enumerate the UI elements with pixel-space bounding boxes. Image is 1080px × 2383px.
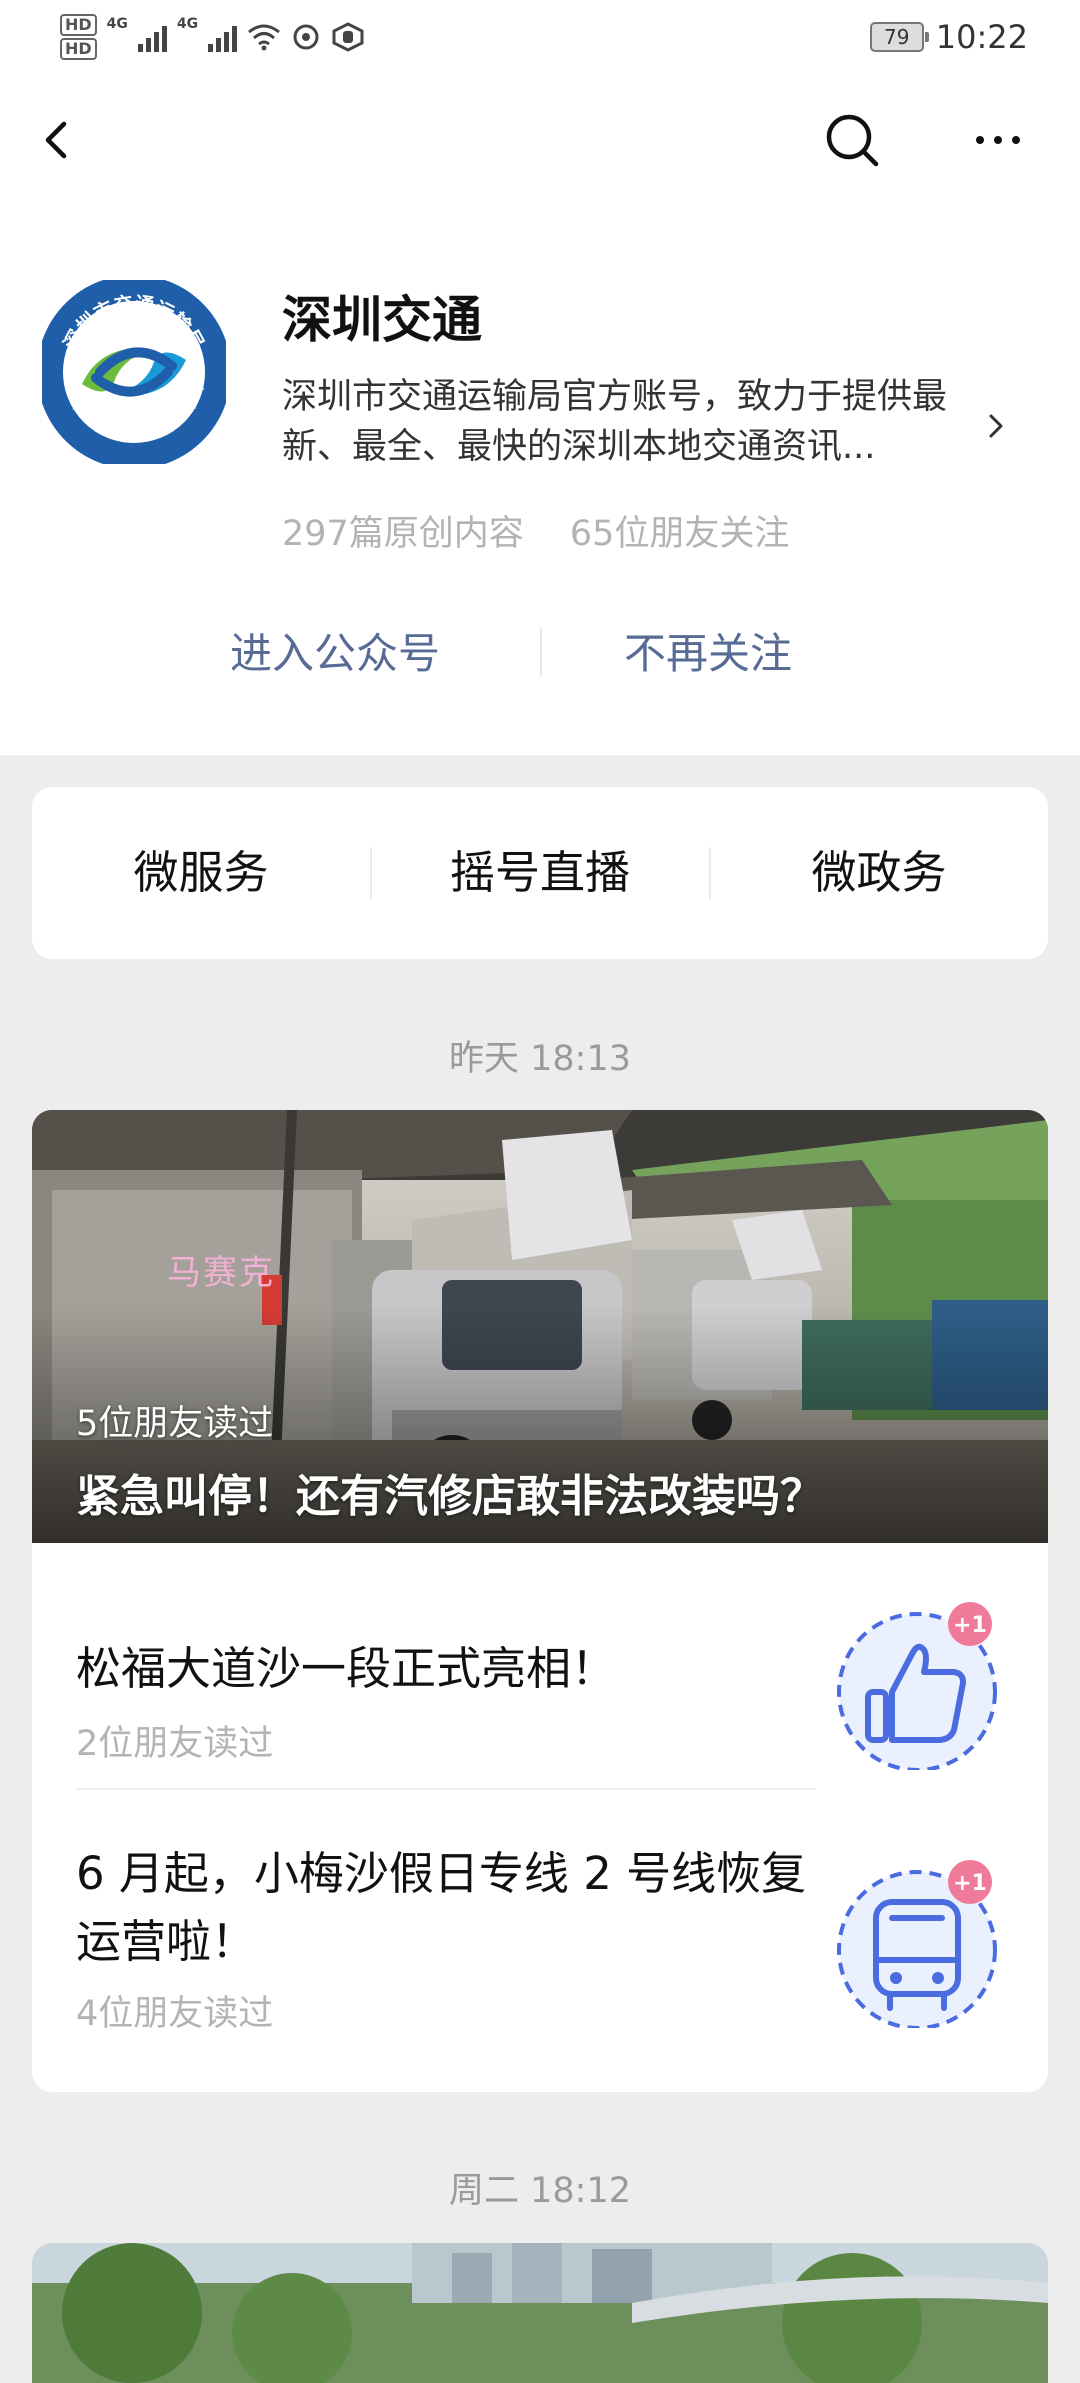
sync-icon [293, 24, 319, 50]
nav-bar [0, 90, 1080, 190]
menu-item-micro-government[interactable]: 微政务 [710, 787, 1048, 959]
battery-icon: 79 [869, 22, 929, 52]
like-badge: +1 [953, 1613, 987, 1638]
status-bar: HD HD 4G 4G 79 10:22 [0, 0, 1080, 76]
more-dots-icon[interactable] [966, 108, 1030, 172]
friends-following[interactable]: 65位朋友关注 [570, 505, 790, 556]
menu-item-lottery-live[interactable]: 摇号直播 [371, 787, 709, 959]
feed-date: 昨天 18:13 [449, 1039, 631, 1079]
feed-date: 周二 18:12 [449, 2171, 631, 2211]
hand-icon [332, 22, 364, 52]
cover-watermark: 马赛克 [167, 1253, 275, 1293]
search-icon[interactable] [820, 108, 884, 172]
list-item[interactable]: 6 月起，小梅沙假日专线 2 号线恢复运营啦！ 4位朋友读过 +1 [32, 1790, 1048, 2090]
original-count: 297篇原创内容 [282, 514, 524, 554]
article-friends-read: 2位朋友读过 [76, 1724, 274, 1764]
cover-title: 紧急叫停！还有汽修店敢非法改装吗？ [76, 1471, 824, 1522]
hd2-label: HD [60, 38, 97, 60]
network-1-label: 4G [106, 16, 128, 32]
next-article-cover[interactable] [32, 2243, 1048, 2383]
service-menu: 微服务 摇号直播 微政务 [32, 787, 1048, 959]
account-actions: 进入公众号 不再关注 [0, 610, 1080, 690]
network-2-label: 4G [176, 16, 199, 32]
back-chevron-icon[interactable] [30, 108, 90, 172]
hd-indicator: HD HD [60, 12, 97, 62]
menu-item-micro-service[interactable]: 微服务 [32, 787, 370, 959]
article-group-card: 马赛克 5位朋友读过 紧急叫停！还有汽修店敢非法改装吗？ 松福大道沙一段正式亮相… [32, 1110, 1048, 2092]
account-description[interactable]: 深圳市交通运输局官方账号，致力于提供最新、最全、最快的深圳本地交通资讯... [282, 372, 982, 472]
list-item[interactable]: 松福大道沙一段正式亮相！ 2位朋友读过 +1 [32, 1543, 1048, 1788]
thumbs-up-icon: +1 [837, 1602, 997, 1770]
wifi-icon [248, 24, 281, 51]
account-header: HD HD 4G 4G 79 10:22 深圳市交通运输局 Transport … [0, 0, 1080, 755]
account-name: 深圳交通 [282, 291, 482, 349]
account-profile: 深圳市交通运输局 Transport Bureau of Shenzhen Mu… [0, 260, 1080, 554]
action-divider [540, 628, 542, 676]
signal-2-icon [208, 22, 238, 52]
cover-friends-read: 5位朋友读过 [76, 1404, 274, 1444]
article-title: 松福大道沙一段正式亮相！ [76, 1642, 617, 1695]
clock: 10:22 [935, 18, 1028, 56]
article-title: 6 月起，小梅沙假日专线 2 号线恢复运营啦！ [76, 1847, 807, 1968]
account-stats: 297篇原创内容 65位朋友关注 [282, 505, 789, 556]
cover-image [32, 2243, 1048, 2383]
unfollow-button[interactable]: 不再关注 [624, 620, 792, 681]
status-left: HD HD 4G 4G [60, 12, 365, 62]
article-friends-read: 4位朋友读过 [76, 1994, 274, 2034]
enter-account-button[interactable]: 进入公众号 [230, 620, 440, 681]
account-logo[interactable]: 深圳市交通运输局 Transport Bureau of Shenzhen Mu… [42, 280, 226, 464]
like-badge: +1 [953, 1871, 987, 1896]
signal-1-icon [137, 22, 167, 52]
bus-icon: +1 [837, 1860, 997, 2028]
status-right: 79 10:22 [869, 18, 1028, 56]
cover-article[interactable]: 马赛克 5位朋友读过 紧急叫停！还有汽修店敢非法改装吗？ [32, 1110, 1048, 1543]
hd1-label: HD [60, 14, 97, 36]
chevron-right-icon[interactable] [985, 406, 1009, 446]
